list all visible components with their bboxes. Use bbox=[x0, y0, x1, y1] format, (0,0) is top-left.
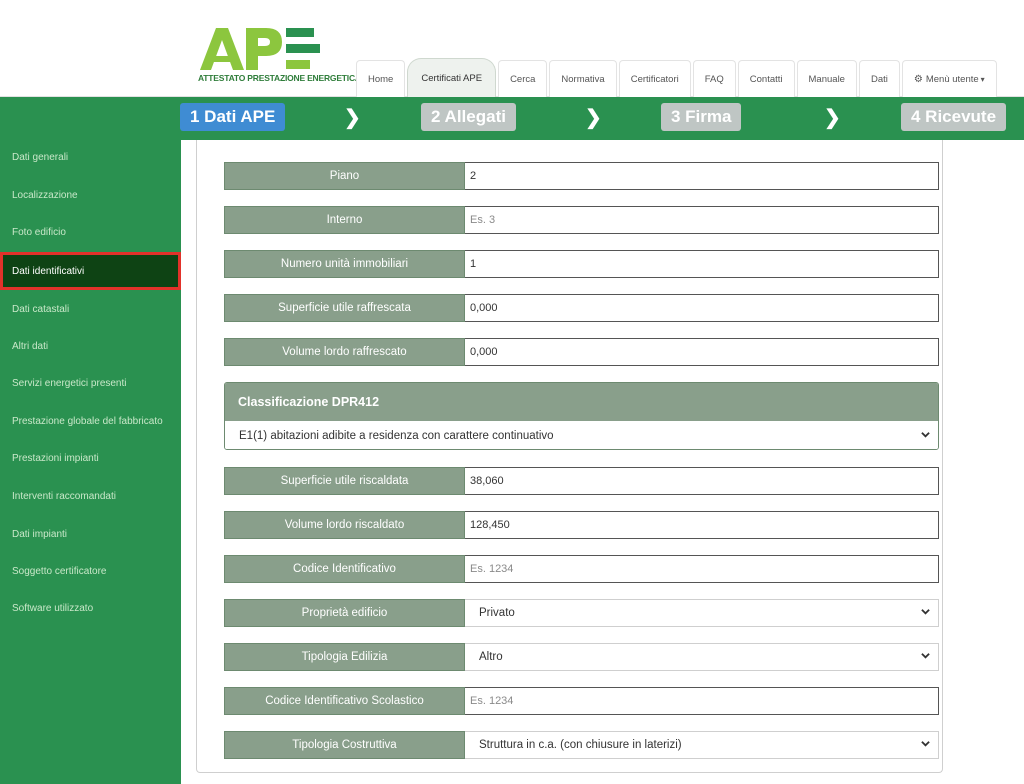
piano-input[interactable]: 2 bbox=[465, 162, 939, 190]
sidebar: Dati generali Localizzazione Foto edific… bbox=[0, 140, 181, 784]
field-label: Piano bbox=[224, 162, 465, 190]
sidebar-item-interventi-raccomandati[interactable]: Interventi raccomandati bbox=[0, 481, 181, 511]
tab-label: Contatti bbox=[749, 73, 783, 85]
gear-icon: ⚙ bbox=[913, 73, 923, 85]
field-vol-raffrescato: Volume lordo raffrescato 0,000 bbox=[224, 338, 939, 366]
chevron-down-icon bbox=[921, 741, 930, 747]
form-panel: Piano 2 Interno Es. 3 Numero unità immob… bbox=[196, 140, 943, 773]
sup-riscaldata-input[interactable]: 38,060 bbox=[465, 467, 939, 495]
tab-home[interactable]: Home bbox=[356, 60, 406, 97]
field-label: Volume lordo riscaldato bbox=[224, 511, 465, 539]
vol-raffrescato-input[interactable]: 0,000 bbox=[465, 338, 939, 366]
tab-label: FAQ bbox=[704, 73, 724, 85]
logo-subtitle: ATTESTATO PRESTAZIONE ENERGETICA bbox=[198, 73, 361, 83]
chevron-down-icon bbox=[921, 653, 930, 659]
field-interno: Interno Es. 3 bbox=[224, 206, 939, 234]
proprieta-edificio-select[interactable]: Privato bbox=[465, 599, 939, 627]
step-firma[interactable]: 3 Firma bbox=[661, 103, 742, 131]
select-value: Struttura in c.a. (con chiusure in later… bbox=[479, 739, 682, 751]
tab-certificati-ape[interactable]: Certificati APE bbox=[407, 58, 497, 97]
tab-label: Menù utente bbox=[925, 73, 979, 85]
sidebar-item-dati-impianti[interactable]: Dati impianti bbox=[0, 519, 181, 549]
select-value: Privato bbox=[479, 607, 515, 619]
sup-raffrescata-input[interactable]: 0,000 bbox=[465, 294, 939, 322]
main-content: Piano 2 Interno Es. 3 Numero unità immob… bbox=[181, 140, 943, 784]
classificazione-select[interactable]: E1(1) abitazioni adibite a residenza con… bbox=[225, 421, 938, 449]
tab-label: Normativa bbox=[561, 73, 605, 85]
sidebar-item-dati-generali[interactable]: Dati generali bbox=[0, 142, 181, 172]
classificazione-header: Classificazione DPR412 bbox=[225, 383, 938, 421]
caret-down-icon: ▾ bbox=[980, 74, 985, 84]
sidebar-item-servizi-energetici[interactable]: Servizi energetici presenti bbox=[0, 368, 181, 398]
main-nav: Home Certificati APE Cerca Normativa Cer… bbox=[356, 58, 999, 97]
sidebar-item-prestazione-globale[interactable]: Prestazione globale del fabbricato bbox=[0, 406, 181, 436]
field-label: Codice Identificativo bbox=[224, 555, 465, 583]
step-ricevute[interactable]: 4 Ricevute bbox=[901, 103, 1007, 131]
tab-dati[interactable]: Dati bbox=[858, 60, 900, 97]
ape-logo[interactable]: ATTESTATO PRESTAZIONE ENERGETICA bbox=[198, 26, 361, 86]
tab-label: Home bbox=[368, 73, 394, 85]
tab-cerca[interactable]: Cerca bbox=[498, 60, 548, 97]
chevron-down-icon bbox=[921, 432, 930, 438]
field-tipologia-edilizia: Tipologia Edilizia Altro bbox=[224, 643, 939, 671]
ape-logo-graphic bbox=[200, 28, 320, 70]
field-piano: Piano 2 bbox=[224, 162, 939, 190]
field-label: Interno bbox=[224, 206, 465, 234]
field-sup-riscaldata: Superficie utile riscaldata 38,060 bbox=[224, 467, 939, 495]
sidebar-item-soggetto-certificatore[interactable]: Soggetto certificatore bbox=[0, 556, 181, 586]
sidebar-item-prestazioni-impianti[interactable]: Prestazioni impianti bbox=[0, 443, 181, 473]
sidebar-item-localizzazione[interactable]: Localizzazione bbox=[0, 180, 181, 210]
field-numero-unita: Numero unità immobiliari 1 bbox=[224, 250, 939, 278]
field-codice-identificativo: Codice Identificativo Es. 1234 bbox=[224, 555, 939, 583]
codice-identificativo-input[interactable]: Es. 1234 bbox=[465, 555, 939, 583]
codice-scolastico-input[interactable]: Es. 1234 bbox=[465, 687, 939, 715]
vol-riscaldato-input[interactable]: 128,450 bbox=[465, 511, 939, 539]
sidebar-item-software-utilizzato[interactable]: Software utilizzato bbox=[0, 593, 181, 623]
field-proprieta-edificio: Proprietà edificio Privato bbox=[224, 599, 939, 627]
tab-contatti[interactable]: Contatti bbox=[737, 60, 795, 97]
tab-faq[interactable]: FAQ bbox=[692, 60, 736, 97]
select-value: E1(1) abitazioni adibite a residenza con… bbox=[239, 430, 554, 442]
field-label: Superficie utile riscaldata bbox=[224, 467, 465, 495]
field-label: Superficie utile raffrescata bbox=[224, 294, 465, 322]
classificazione-dpr412-box: Classificazione DPR412 E1(1) abitazioni … bbox=[224, 382, 939, 450]
tab-manuale[interactable]: Manuale bbox=[796, 60, 857, 97]
step-allegati[interactable]: 2 Allegati bbox=[421, 103, 516, 131]
field-label: Volume lordo raffrescato bbox=[224, 338, 465, 366]
tab-label: Cerca bbox=[510, 73, 536, 85]
field-codice-scolastico: Codice Identificativo Scolastico Es. 123… bbox=[224, 687, 939, 715]
field-label: Tipologia Costruttiva bbox=[224, 731, 465, 759]
field-sup-raffrescata: Superficie utile raffrescata 0,000 bbox=[224, 294, 939, 322]
sidebar-item-altri-dati[interactable]: Altri dati bbox=[0, 331, 181, 361]
tab-label: Certificati APE bbox=[421, 72, 483, 84]
field-label: Tipologia Edilizia bbox=[224, 643, 465, 671]
tab-certificatori[interactable]: Certificatori bbox=[618, 60, 691, 97]
field-label: Numero unità immobiliari bbox=[224, 250, 465, 278]
chevron-right-icon: ❯ bbox=[824, 107, 841, 129]
step-dati-ape[interactable]: 1 Dati APE bbox=[180, 103, 286, 131]
field-vol-riscaldato: Volume lordo riscaldato 128,450 bbox=[224, 511, 939, 539]
chevron-down-icon bbox=[921, 609, 930, 615]
field-tipologia-costruttiva: Tipologia Costruttiva Struttura in c.a. … bbox=[224, 731, 939, 759]
chevron-right-icon: ❯ bbox=[344, 107, 361, 129]
interno-input[interactable]: Es. 3 bbox=[465, 206, 939, 234]
tipologia-costruttiva-select[interactable]: Struttura in c.a. (con chiusure in later… bbox=[465, 731, 939, 759]
tab-menu-utente[interactable]: ⚙ Menù utente ▾ bbox=[901, 60, 997, 97]
sidebar-item-dati-catastali[interactable]: Dati catastali bbox=[0, 294, 181, 324]
chevron-right-icon: ❯ bbox=[585, 107, 602, 129]
select-value: Altro bbox=[479, 651, 503, 663]
tab-label: Dati bbox=[870, 73, 888, 85]
tab-normativa[interactable]: Normativa bbox=[549, 60, 617, 97]
tipologia-edilizia-select[interactable]: Altro bbox=[465, 643, 939, 671]
steps-bar: 1 Dati APE ❯ 2 Allegati ❯ 3 Firma ❯ 4 Ri… bbox=[0, 97, 1024, 140]
header: ATTESTATO PRESTAZIONE ENERGETICA Home Ce… bbox=[0, 0, 1024, 97]
field-label: Proprietà edificio bbox=[224, 599, 465, 627]
sidebar-item-foto-edificio[interactable]: Foto edificio bbox=[0, 217, 181, 247]
numero-unita-input[interactable]: 1 bbox=[465, 250, 939, 278]
tab-label: Manuale bbox=[808, 73, 845, 85]
field-label: Codice Identificativo Scolastico bbox=[224, 687, 465, 715]
sidebar-item-dati-identificativi[interactable]: Dati identificativi bbox=[0, 252, 181, 290]
tab-label: Certificatori bbox=[630, 73, 679, 85]
